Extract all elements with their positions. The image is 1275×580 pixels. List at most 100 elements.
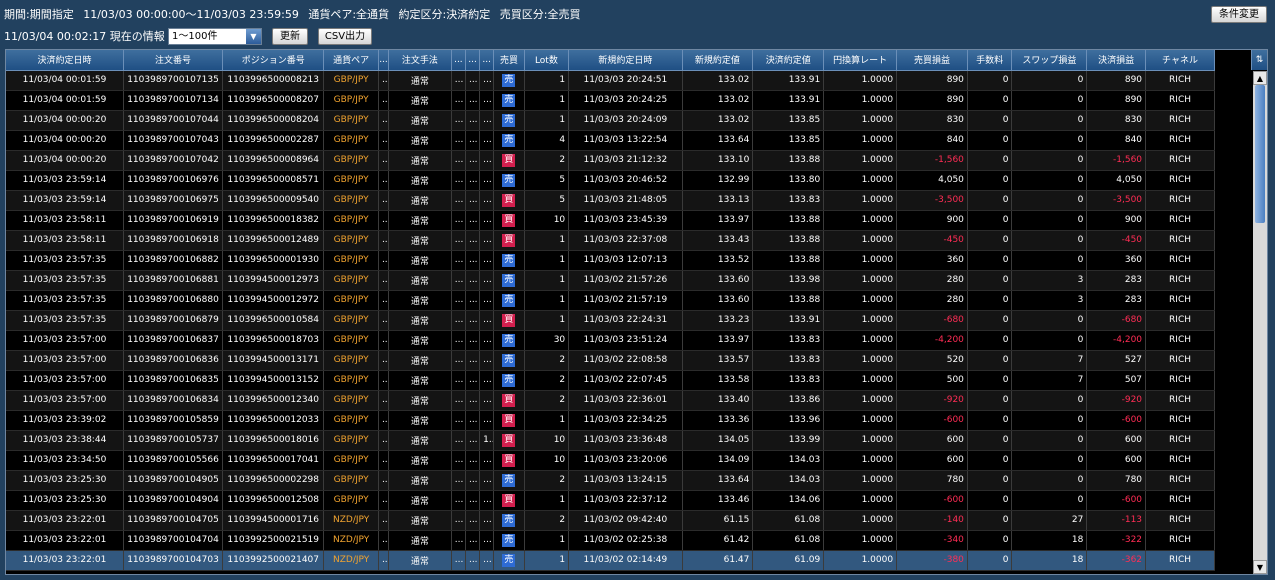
table-cell: 0	[967, 530, 1013, 551]
table-row[interactable]: 11/03/03 23:38:44 1103989700105737 1103996…	[6, 430, 1215, 451]
table-cell: 1103996500008571	[222, 170, 325, 191]
table-row[interactable]: 11/03/03 23:39:02 1103989700105859 1103996…	[6, 410, 1215, 431]
table-row[interactable]: 11/03/03 23:25:30 1103989700104904 1103996…	[6, 490, 1215, 511]
table-cell: 133.57	[682, 350, 754, 371]
buy-badge: 買	[502, 233, 516, 247]
table-row[interactable]: 11/03/03 23:57:35 1103989700106882 1103996…	[6, 250, 1215, 271]
table-cell: 買	[493, 230, 525, 251]
table-row[interactable]: 11/03/03 23:58:11 1103989700106918 1103996…	[6, 230, 1215, 251]
sell-badge: 売	[502, 253, 516, 267]
table-cell: 1.0000	[823, 210, 898, 231]
triangle-up-icon[interactable]: ▲	[1253, 71, 1267, 85]
filter-summary: 期間:期間指定 11/03/03 00:00:00〜11/03/03 23:59…	[4, 5, 586, 25]
table-row[interactable]: 11/03/03 23:59:14 1103989700106976 1103996…	[6, 170, 1215, 191]
table-row[interactable]: 11/03/03 23:58:11 1103989700106919 1103996…	[6, 210, 1215, 231]
column-header[interactable]: 決済約定値	[752, 50, 825, 71]
table-cell: GBP/JPY	[323, 430, 379, 451]
table-cell: 133.46	[682, 490, 754, 511]
column-header[interactable]: 手数料	[967, 50, 1013, 71]
table-row[interactable]: 11/03/04 00:00:20 1103989700107044 1103996…	[6, 110, 1215, 131]
table-cell: ...	[378, 490, 390, 511]
column-header[interactable]: 売買	[493, 50, 525, 71]
chevron-down-icon[interactable]: ▼	[246, 29, 261, 44]
table-cell: 11/03/03 23:59:14	[6, 190, 124, 211]
table-cell: 0	[967, 370, 1013, 391]
period-label: 期間:期間指定	[4, 8, 74, 21]
column-header[interactable]: Lot数	[524, 50, 570, 71]
column-header[interactable]: ...	[378, 50, 390, 71]
table-row[interactable]: 11/03/03 23:57:00 1103989700106836 1103994…	[6, 350, 1215, 371]
sell-badge: 売	[502, 113, 516, 127]
table-cell: ...	[465, 190, 481, 211]
column-header[interactable]: 決済損益	[1086, 50, 1147, 71]
buy-badge: 買	[502, 153, 516, 167]
table-cell: 0	[1011, 170, 1088, 191]
table-row[interactable]: 11/03/03 23:22:01 1103989700104704 1103992…	[6, 530, 1215, 551]
table-cell: 1.0000	[823, 150, 898, 171]
column-header[interactable]: 円換算レート	[823, 50, 898, 71]
table-cell: GBP/JPY	[323, 270, 379, 291]
table-cell: 0	[967, 470, 1013, 491]
table-row[interactable]: 11/03/03 23:34:50 1103989700105566 1103996…	[6, 450, 1215, 471]
table-cell: ...	[451, 490, 466, 511]
table-row[interactable]: 11/03/03 23:22:01 1103989700104705 1103994…	[6, 510, 1215, 531]
column-header[interactable]: チャネル	[1145, 50, 1215, 71]
triangle-down-icon[interactable]: ▼	[1253, 560, 1267, 574]
table-cell: 通常	[388, 190, 452, 211]
trade-history-table: 決済約定日時 注文番号 ポジション番号 通貨ペア... 注文手法......... 売買 L…	[6, 50, 1215, 571]
table-cell: 11/03/03 21:48:05	[568, 190, 683, 211]
table-cell: 1...	[479, 430, 495, 451]
table-cell: 2	[524, 150, 570, 171]
table-row[interactable]: 11/03/03 23:22:01 1103989700104703 1103992…	[6, 550, 1215, 571]
table-cell: 11/03/02 22:07:45	[568, 370, 683, 391]
vertical-scrollbar[interactable]: ▲ ▼	[1253, 71, 1267, 574]
table-cell: 133.02	[682, 70, 754, 91]
column-header[interactable]: 決済約定日時	[6, 50, 124, 71]
column-header[interactable]: 売買損益	[896, 50, 968, 71]
table-cell: 133.83	[752, 350, 825, 371]
table-row[interactable]: 11/03/03 23:57:00 1103989700106834 1103996…	[6, 390, 1215, 411]
table-row[interactable]: 11/03/03 23:57:35 1103989700106881 1103994…	[6, 270, 1215, 291]
column-header[interactable]: 新規約定値	[682, 50, 754, 71]
column-header[interactable]: ポジション番号	[222, 50, 325, 71]
table-cell: 1	[524, 290, 570, 311]
column-settings-icon[interactable]: ⇅	[1251, 50, 1267, 70]
table-cell: ...	[479, 130, 495, 151]
csv-export-button[interactable]: CSV出力	[318, 28, 372, 45]
table-cell: -600	[1086, 410, 1147, 431]
table-cell: 0	[967, 330, 1013, 351]
scrollbar-thumb[interactable]	[1255, 85, 1265, 223]
table-cell: 5	[524, 170, 570, 191]
table-row[interactable]: 11/03/04 00:01:59 1103989700107134 1103996…	[6, 90, 1215, 111]
column-header[interactable]: 新規約定日時	[568, 50, 683, 71]
table-cell: -3,500	[896, 190, 968, 211]
table-row[interactable]: 11/03/04 00:01:59 1103989700107135 1103996…	[6, 70, 1215, 91]
table-cell: 0	[1011, 410, 1088, 431]
column-header[interactable]: スワップ損益	[1011, 50, 1088, 71]
table-cell: 1103989700106835	[123, 370, 224, 391]
change-conditions-button[interactable]: 条件変更	[1211, 6, 1267, 23]
column-header[interactable]: ...	[479, 50, 495, 71]
table-row[interactable]: 11/03/04 00:00:20 1103989700107043 1103996…	[6, 130, 1215, 151]
table-cell: 1	[524, 410, 570, 431]
column-header[interactable]: ...	[451, 50, 466, 71]
column-header[interactable]: 通貨ペア	[323, 50, 379, 71]
column-header[interactable]: 注文番号	[123, 50, 224, 71]
table-row[interactable]: 11/03/03 23:57:35 1103989700106880 1103994…	[6, 290, 1215, 311]
table-cell: 18	[1011, 530, 1088, 551]
range-select[interactable]: 1〜100件 ▼	[168, 28, 262, 45]
table-cell: ...	[479, 90, 495, 111]
table-cell: RICH	[1145, 470, 1215, 491]
table-row[interactable]: 11/03/04 00:00:20 1103989700107042 1103996…	[6, 150, 1215, 171]
update-button[interactable]: 更新	[272, 28, 308, 45]
table-cell: 1	[524, 230, 570, 251]
table-row[interactable]: 11/03/03 23:25:30 1103989700104905 1103996…	[6, 470, 1215, 491]
column-header[interactable]: ...	[465, 50, 481, 71]
table-cell: 133.60	[682, 270, 754, 291]
table-row[interactable]: 11/03/03 23:59:14 1103989700106975 1103996…	[6, 190, 1215, 211]
column-header[interactable]: 注文手法	[388, 50, 452, 71]
table-row[interactable]: 11/03/03 23:57:35 1103989700106879 1103996…	[6, 310, 1215, 331]
table-row[interactable]: 11/03/03 23:57:00 1103989700106835 1103994…	[6, 370, 1215, 391]
table-cell: 売	[493, 170, 525, 191]
table-row[interactable]: 11/03/03 23:57:00 1103989700106837 1103996…	[6, 330, 1215, 351]
